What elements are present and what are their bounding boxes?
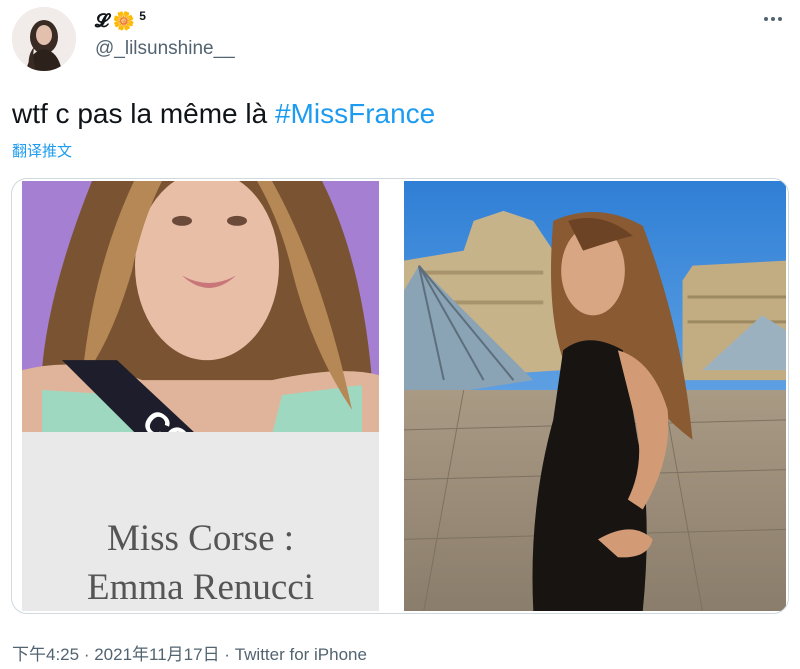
author-name-suffix: 5 [139,9,146,23]
louvre-photo [404,181,786,611]
more-options-icon[interactable] [760,13,786,25]
media-photo-right[interactable] [404,181,786,611]
hashtag-link[interactable]: #MissFrance [275,98,435,129]
author-display-name: 𝓛 [95,10,109,32]
tweet-meta: 下午4:25 · 2021年11月17日 · Twitter for iPhon… [12,640,367,665]
tweet-time-link[interactable]: 下午4:25 [12,645,79,664]
tweet-text-body: wtf c pas la même là [12,98,275,129]
tweet-date-link[interactable]: 2021年11月17日 [94,645,219,664]
caption-line-1: Miss Corse : [106,518,295,559]
meta-separator: · [219,645,235,664]
avatar-image [12,7,76,71]
meta-separator: · [79,645,95,664]
tweet-source-link[interactable]: Twitter for iPhone [235,645,367,664]
author-handle[interactable]: @_lilsunshine__ [95,38,235,60]
tweet-media: CO Miss Corse : Emma Renucci [11,178,789,614]
author-avatar[interactable] [12,7,76,71]
author-name[interactable]: 𝓛 🌼 5 [95,9,146,32]
media-photo-left[interactable]: CO Miss Corse : Emma Renucci [22,181,379,611]
caption-card: Miss Corse : Emma Renucci [22,432,379,611]
flower-emoji-icon: 🌼 [112,10,136,32]
translate-tweet-link[interactable]: 翻译推文 [12,140,72,161]
caption-line-2: Emma Renucci [86,567,315,608]
tweet-text: wtf c pas la même là #MissFrance [12,97,435,131]
